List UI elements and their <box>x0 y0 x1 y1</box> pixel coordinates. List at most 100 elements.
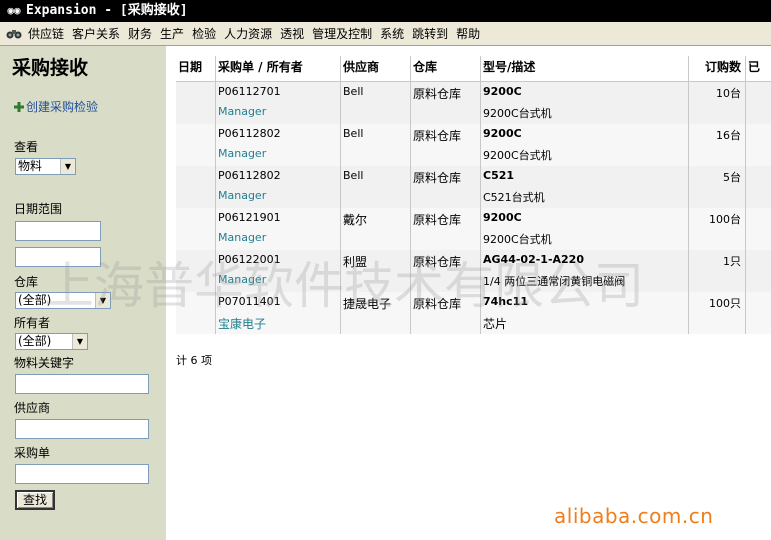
cell-order-qty: 16台 <box>689 124 746 166</box>
warehouse-select-value: (全部) <box>18 293 52 307</box>
owner-label: 所有者 <box>14 316 51 330</box>
window-titlebar: ◉◉ Expansion - [采购接收] <box>0 0 771 22</box>
view-label: 查看 <box>14 140 39 154</box>
cell-date <box>176 124 216 166</box>
warehouse-name: 原料仓库 <box>413 129 462 143</box>
menu-finance[interactable]: 财务 <box>126 25 158 42</box>
model-number: 9200C <box>483 211 522 224</box>
header-model-desc[interactable]: 型号/描述 <box>481 56 689 81</box>
supplier-name: Bell <box>343 85 364 98</box>
warehouse-name: 原料仓库 <box>413 255 462 269</box>
menu-goto[interactable]: 跳转到 <box>410 25 454 42</box>
warehouse-name: 原料仓库 <box>413 297 462 311</box>
cell-warehouse: 原料仓库 <box>411 208 481 250</box>
table-row[interactable]: P06112802 Manager Bell 原料仓库 9200C 9200C台式机… <box>176 124 771 166</box>
cell-received <box>746 166 771 208</box>
header-date[interactable]: 日期 <box>176 56 216 81</box>
plus-icon <box>14 102 24 112</box>
menu-perspective[interactable]: 透视 <box>278 25 310 42</box>
supplier-name: Bell <box>343 169 364 182</box>
order-qty: 5台 <box>723 171 741 184</box>
warehouse-label: 仓库 <box>14 275 39 289</box>
cell-supplier: 利盟 <box>341 250 411 292</box>
owner-name: Manager <box>218 273 267 286</box>
cell-warehouse: 原料仓库 <box>411 82 481 124</box>
owner-name: Manager <box>218 231 267 244</box>
menu-bar: 供应链 客户关系 财务 生产 检验 人力资源 透视 管理及控制 系统 跳转到 帮… <box>0 22 771 46</box>
menu-hr[interactable]: 人力资源 <box>222 25 278 42</box>
cell-supplier: Bell <box>341 124 411 166</box>
po-number: P06112802 <box>218 169 281 182</box>
po-input[interactable] <box>15 464 149 484</box>
owner-name: 宝康电子 <box>218 317 267 331</box>
menu-crm[interactable]: 客户关系 <box>70 25 126 42</box>
cell-received <box>746 208 771 250</box>
header-received[interactable]: 已 <box>746 56 771 81</box>
cell-date <box>176 166 216 208</box>
cell-order-qty: 5台 <box>689 166 746 208</box>
order-qty: 100只 <box>709 297 741 310</box>
order-qty: 1只 <box>723 255 741 268</box>
keyword-input[interactable] <box>15 374 149 394</box>
warehouse-name: 原料仓库 <box>413 213 462 227</box>
cell-order-qty: 1只 <box>689 250 746 292</box>
chevron-down-icon: ▼ <box>72 334 87 349</box>
owner-name: Manager <box>218 105 267 118</box>
app-menu-icon[interactable] <box>6 26 22 42</box>
table-row[interactable]: P06122001 Manager 利盟 原料仓库 AG44-02-1-A220 1… <box>176 250 771 292</box>
cell-order-qty: 10台 <box>689 82 746 124</box>
owner-name: Manager <box>218 147 267 160</box>
cell-po-owner: P07011401 宝康电子 <box>216 292 341 334</box>
view-select-value: 物料 <box>18 159 43 173</box>
menu-supply-chain[interactable]: 供应链 <box>26 25 70 42</box>
warehouse-select[interactable]: (全部) ▼ <box>15 292 111 309</box>
cell-date <box>176 250 216 292</box>
cell-order-qty: 100只 <box>689 292 746 334</box>
view-select[interactable]: 物料 ▼ <box>15 158 76 175</box>
order-qty: 16台 <box>716 129 741 142</box>
cell-model-desc: 9200C 9200C台式机 <box>481 208 689 250</box>
table-row[interactable]: P07011401 宝康电子 捷晟电子 原料仓库 74hc11 芯片 100只 <box>176 292 771 334</box>
owner-select[interactable]: (全部) ▼ <box>15 333 88 350</box>
search-button[interactable]: 查找 <box>15 490 55 510</box>
table-row[interactable]: P06112701 Manager Bell 原料仓库 9200C 9200C台式机… <box>176 82 771 124</box>
menu-inspection[interactable]: 检验 <box>190 25 222 42</box>
table-row[interactable]: P06112802 Manager Bell 原料仓库 C521 C521台式机 5… <box>176 166 771 208</box>
chevron-down-icon: ▼ <box>60 159 75 174</box>
cell-received <box>746 292 771 334</box>
po-number: P06121901 <box>218 211 281 224</box>
cell-supplier: Bell <box>341 82 411 124</box>
item-description: 9200C台式机 <box>483 107 552 120</box>
cell-supplier: Bell <box>341 166 411 208</box>
cell-warehouse: 原料仓库 <box>411 292 481 334</box>
po-number: P06112802 <box>218 127 281 140</box>
po-number: P06122001 <box>218 253 281 266</box>
menu-management[interactable]: 管理及控制 <box>310 25 378 42</box>
date-from-input[interactable] <box>15 221 101 241</box>
create-inspection-link[interactable]: 创建采购检验 <box>14 98 98 115</box>
menu-system[interactable]: 系统 <box>378 25 410 42</box>
cell-warehouse: 原料仓库 <box>411 166 481 208</box>
supplier-name: 戴尔 <box>343 213 368 227</box>
owner-select-value: (全部) <box>18 334 52 348</box>
header-supplier[interactable]: 供应商 <box>341 56 411 81</box>
item-description: 1/4 两位三通常闭黄铜电磁阀 <box>483 275 626 288</box>
date-to-input[interactable] <box>15 247 101 267</box>
record-count: 计 6 项 <box>176 354 212 367</box>
header-warehouse[interactable]: 仓库 <box>411 56 481 81</box>
order-qty: 10台 <box>716 87 741 100</box>
header-order-qty[interactable]: 订购数 <box>689 56 746 81</box>
date-range-label: 日期范围 <box>14 202 63 216</box>
cell-model-desc: AG44-02-1-A220 1/4 两位三通常闭黄铜电磁阀 <box>481 250 689 292</box>
supplier-input[interactable] <box>15 419 149 439</box>
main-content: 日期 采购单 / 所有者 供应商 仓库 型号/描述 订购数 已 P0611270… <box>166 46 771 540</box>
cell-date <box>176 208 216 250</box>
cell-model-desc: 74hc11 芯片 <box>481 292 689 334</box>
cell-model-desc: C521 C521台式机 <box>481 166 689 208</box>
menu-production[interactable]: 生产 <box>158 25 190 42</box>
menu-help[interactable]: 帮助 <box>454 25 486 42</box>
cell-received <box>746 124 771 166</box>
po-label: 采购单 <box>14 446 51 460</box>
table-row[interactable]: P06121901 Manager 戴尔 原料仓库 9200C 9200C台式机 1… <box>176 208 771 250</box>
header-po-owner[interactable]: 采购单 / 所有者 <box>216 56 341 81</box>
